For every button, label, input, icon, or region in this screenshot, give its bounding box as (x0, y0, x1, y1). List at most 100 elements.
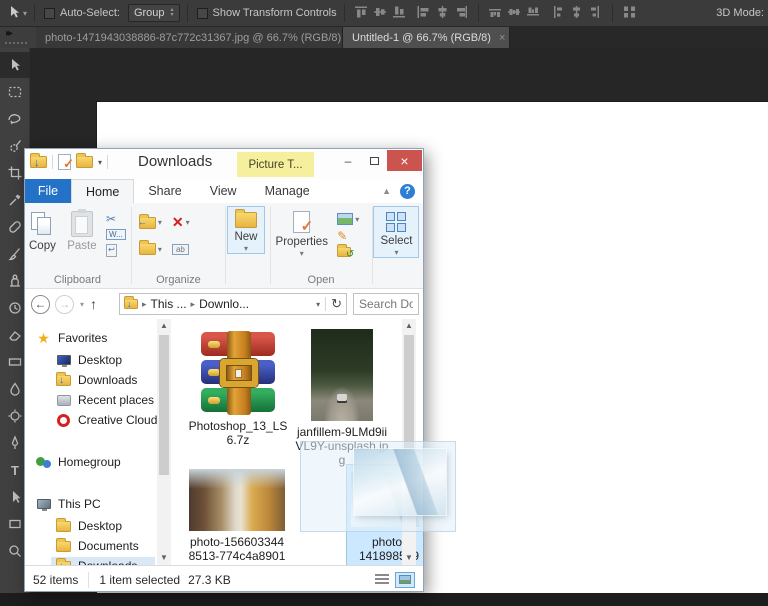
move-tool[interactable] (0, 52, 30, 78)
align-top-edges-icon[interactable] (354, 5, 369, 22)
refresh-icon[interactable]: ↻ (331, 296, 342, 312)
close-tab-icon[interactable]: × (499, 32, 505, 44)
up-button[interactable]: ↑ (90, 296, 97, 312)
ps-options-bar: ▾ Auto-Select: Group ▴▾ Show Transform C… (0, 0, 768, 27)
scroll-up-icon[interactable]: ▲ (402, 319, 416, 333)
scroll-down-icon[interactable]: ▼ (402, 551, 416, 565)
thumbnails-view-icon[interactable] (395, 572, 415, 588)
paste-shortcut-button[interactable]: ↩ (106, 244, 126, 257)
address-dropdown-icon[interactable]: ▾ (316, 300, 320, 309)
select-button[interactable]: Select ▾ (373, 206, 419, 258)
sidebar-item-creative-cloud[interactable]: Creative Cloud Fi (55, 411, 157, 429)
history-button[interactable]: ↺ (337, 247, 359, 257)
sidebar-item-downloads[interactable]: ↓ Downloads (55, 371, 137, 389)
sidebar-item-pc-downloads[interactable]: ↓ Downloads (51, 557, 155, 565)
address-box[interactable]: ↓ ▸ This ... ▸ Downlo... ▾ ↻ (119, 293, 347, 315)
maximize-button[interactable] (361, 150, 387, 171)
marquee-tool[interactable] (0, 79, 30, 105)
sidebar-item-this-pc[interactable]: This PC (35, 495, 101, 513)
distribute-vertical-centers-icon[interactable] (507, 5, 522, 22)
sidebar-item-pc-desktop[interactable]: Desktop (55, 517, 122, 535)
customize-qat-icon[interactable]: ▾ (98, 158, 102, 167)
auto-select-label: Auto-Select: (60, 7, 120, 19)
new-button[interactable]: New ▾ (227, 206, 265, 254)
collapse-panels-icon[interactable]: ▸▸ (6, 28, 10, 39)
creative-cloud-icon (57, 414, 70, 427)
edit-pencil-icon: ✎ (337, 229, 347, 243)
align-horizontal-centers-icon[interactable] (435, 5, 450, 22)
tool-preset-dropdown-icon[interactable]: ▾ (23, 9, 27, 18)
sidebar-item-homegroup[interactable]: Homegroup (35, 453, 121, 471)
tab-home[interactable]: Home (71, 179, 134, 203)
auto-select-checkbox[interactable] (44, 8, 55, 19)
copy-path-button[interactable]: W... (106, 229, 126, 240)
file-item-archive[interactable]: Photoshop_13_LS6.7z (183, 419, 293, 447)
nav-scrollbar[interactable]: ▲ ▼ (157, 319, 171, 565)
separator (34, 4, 35, 22)
edit-button[interactable]: ✎ (337, 229, 359, 243)
align-bottom-edges-icon[interactable] (392, 5, 407, 22)
tab-share[interactable]: Share (134, 179, 195, 203)
panel-grip-icon[interactable] (5, 42, 27, 44)
ps-tab-photo[interactable]: photo-1471943038886-87c772c31367.jpg @ 6… (36, 27, 343, 48)
tab-view[interactable]: View (196, 179, 251, 203)
thumbnail-janfillem-photo[interactable] (311, 329, 373, 421)
properties-shortcut-icon[interactable]: ✓ (58, 154, 71, 170)
sidebar-item-favorites[interactable]: ★ Favorites (35, 329, 107, 347)
delete-button[interactable]: ✕▾ (172, 214, 190, 231)
back-button[interactable]: ← (31, 295, 50, 314)
rename-button[interactable]: ab (172, 243, 189, 255)
minimize-button[interactable]: – (335, 150, 361, 171)
breadcrumb-downloads[interactable]: Downlo... (199, 297, 249, 311)
breadcrumb-this-pc[interactable]: This ... (151, 297, 187, 311)
align-left-edges-icon[interactable] (416, 5, 431, 22)
minimize-ribbon-icon[interactable]: ▲ (382, 186, 391, 196)
drag-ghost-thumbnail[interactable] (354, 449, 446, 515)
show-transform-checkbox[interactable] (197, 8, 208, 19)
file-item-street-photo[interactable]: photo-1566033448513-774c4a890164.j (181, 535, 293, 565)
move-to-button[interactable]: ←▾ (139, 214, 162, 231)
scroll-down-icon[interactable]: ▼ (157, 551, 171, 565)
copy-button[interactable]: Copy (25, 206, 60, 254)
cut-button[interactable]: ✂ (106, 213, 126, 225)
winrar-archive-icon[interactable] (199, 331, 279, 415)
copy-to-button[interactable]: ▾ (139, 243, 162, 255)
properties-button[interactable]: ✓ Properties ▾ (272, 206, 332, 258)
recent-locations-icon[interactable]: ▾ (80, 300, 84, 309)
distribute-right-edges-icon[interactable] (588, 5, 603, 22)
slideshow-button[interactable]: ▾ (337, 213, 359, 225)
new-folder-shortcut-icon[interactable] (76, 156, 93, 168)
picture-tools-tab[interactable]: Picture T... (237, 152, 314, 177)
thumbnail-street-photo[interactable] (189, 469, 285, 531)
scroll-up-icon[interactable]: ▲ (157, 319, 171, 333)
distribute-bottom-edges-icon[interactable] (526, 5, 541, 22)
search-input[interactable] (353, 293, 419, 315)
details-view-icon[interactable] (375, 574, 389, 585)
organize-group-label: Organize (133, 274, 224, 286)
sidebar-item-pc-documents[interactable]: Documents (55, 537, 139, 555)
paste-button[interactable]: Paste (63, 206, 100, 254)
ps-tools-header: ▸▸ (0, 27, 36, 48)
homegroup-icon (36, 456, 51, 469)
distribute-left-edges-icon[interactable] (550, 5, 565, 22)
forward-button[interactable]: → (55, 295, 74, 314)
explorer-titlebar[interactable]: ↓ ✓ ▾ Downloads Picture T... – × (25, 149, 423, 179)
ribbon-tabs: File Home Share View Manage ▲ ? (25, 179, 423, 203)
align-vertical-centers-icon[interactable] (373, 5, 388, 22)
tab-file[interactable]: File (25, 179, 71, 203)
distribute-top-edges-icon[interactable] (488, 5, 503, 22)
move-tool-icon[interactable] (7, 5, 21, 22)
rename-icon: ab (172, 244, 189, 255)
help-icon[interactable]: ? (400, 184, 415, 199)
sidebar-item-recent-places[interactable]: Recent places (55, 391, 154, 409)
distribute-horizontal-centers-icon[interactable] (569, 5, 584, 22)
window-title: Downloads (138, 153, 212, 170)
distribute-spacing-icon[interactable] (622, 5, 638, 22)
lasso-tool[interactable] (0, 106, 30, 132)
auto-select-target-dropdown[interactable]: Group ▴▾ (128, 4, 180, 22)
tab-manage[interactable]: Manage (251, 179, 324, 203)
close-button[interactable]: × (387, 150, 422, 171)
ps-tab-untitled[interactable]: Untitled-1 @ 66.7% (RGB/8) × (343, 27, 510, 48)
sidebar-item-desktop[interactable]: Desktop (55, 351, 122, 369)
align-right-edges-icon[interactable] (454, 5, 469, 22)
